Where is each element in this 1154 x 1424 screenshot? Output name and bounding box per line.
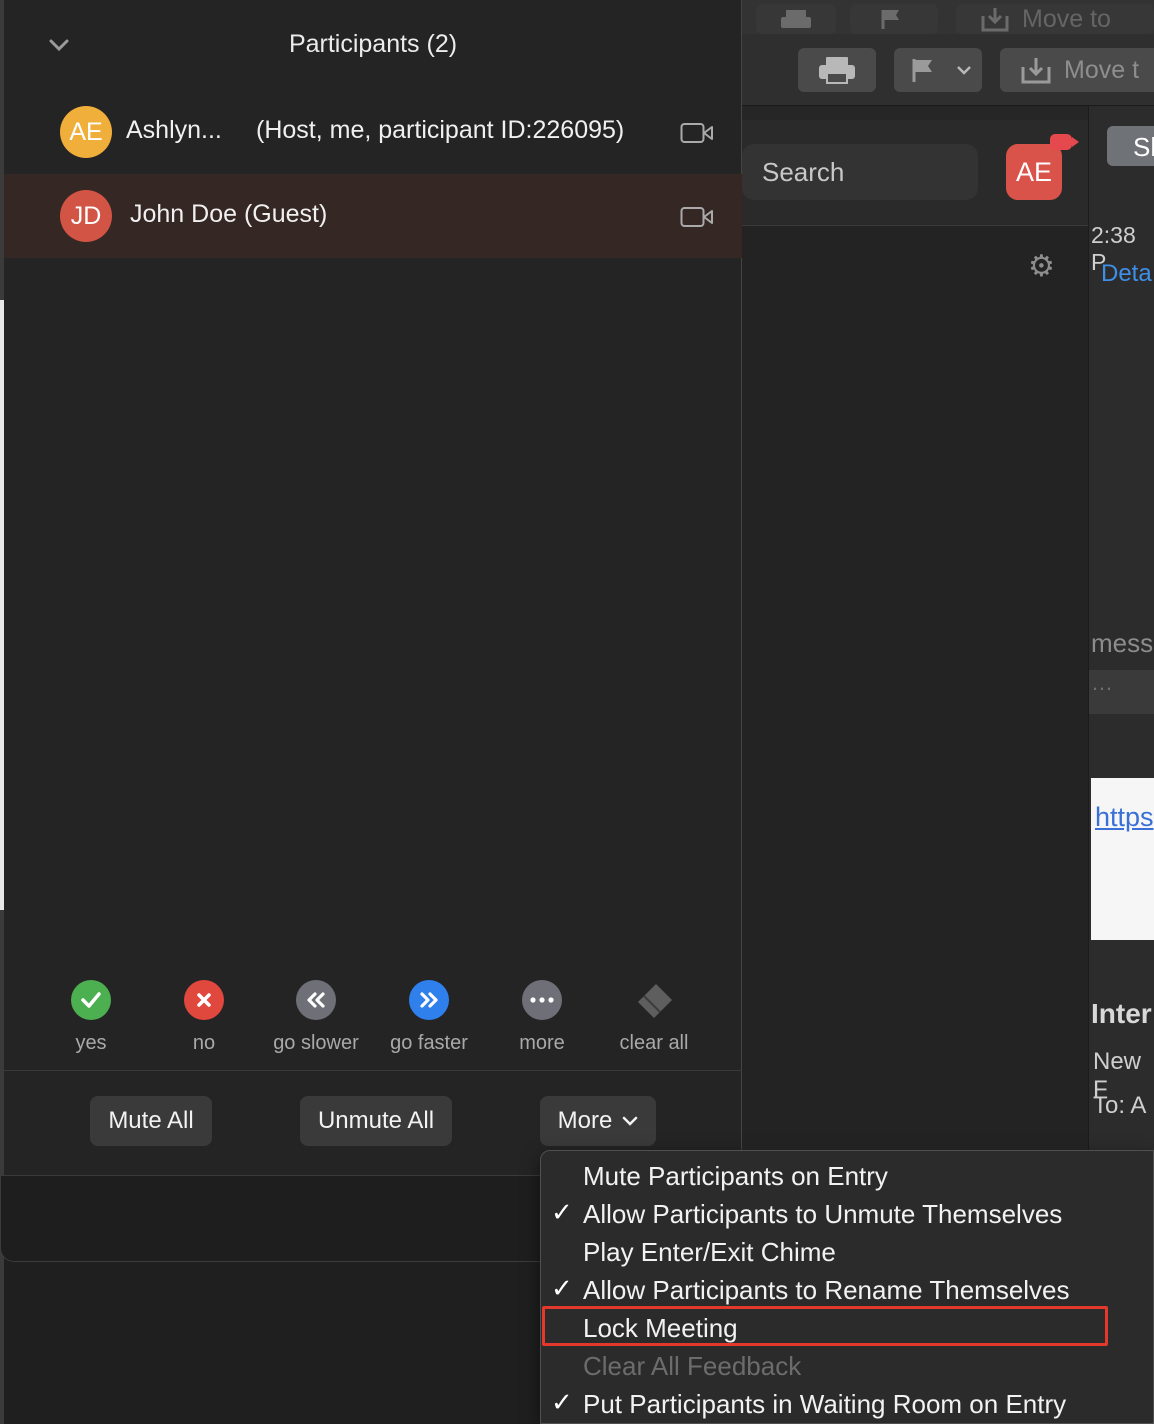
feedback-reactions: yes no go slower go faster more clear al…	[4, 980, 742, 1070]
avatar: JD	[60, 190, 112, 242]
participant-row[interactable]: AE Ashlyn... (Host, me, participant ID:2…	[4, 90, 742, 174]
mute-all-label: Mute All	[108, 1107, 194, 1134]
print-button[interactable]	[798, 48, 876, 92]
reaction-label: clear all	[619, 1032, 689, 1054]
zoom-main-body	[742, 226, 1088, 1146]
reaction-label: go faster	[390, 1032, 468, 1054]
search-placeholder: Search	[762, 156, 845, 187]
mail-content-card: https	[1091, 778, 1154, 940]
menu-item-label: Play Enter/Exit Chime	[583, 1237, 836, 1267]
unmute-all-button[interactable]: Unmute All	[300, 1096, 452, 1146]
menu-item-allow-rename[interactable]: ✓ Allow Participants to Rename Themselve…	[541, 1271, 1154, 1309]
move-tray-icon	[981, 8, 1009, 32]
show-button[interactable]: Sh	[1107, 126, 1154, 166]
reaction-label: go slower	[273, 1032, 359, 1054]
eraser-icon	[634, 980, 674, 1020]
move-to-label: Move t	[1064, 55, 1140, 84]
participant-name: Ashlyn...	[126, 116, 222, 144]
participants-panel: Participants (2) AE Ashlyn... (Host, me,…	[4, 0, 742, 1176]
divider	[4, 1070, 742, 1071]
menu-item-mute-on-entry[interactable]: Mute Participants on Entry	[541, 1157, 1154, 1195]
avatar: AE	[60, 106, 112, 158]
checkmark-icon: ✓	[551, 1273, 573, 1303]
chevron-down-icon	[623, 1116, 638, 1126]
menu-item-label: Lock Meeting	[583, 1313, 738, 1343]
gear-icon[interactable]: ⚙	[1028, 252, 1055, 282]
show-button-label: Sh	[1133, 132, 1154, 162]
move-to-button[interactable]: Move t	[1000, 48, 1154, 92]
menu-item-clear-feedback: Clear All Feedback	[541, 1347, 1154, 1385]
reaction-label: no	[192, 1032, 216, 1054]
printer-icon	[781, 10, 811, 28]
mail-subject: Inter	[1091, 998, 1152, 1029]
reaction-clear-all[interactable]: clear all	[594, 980, 714, 1055]
reaction-no[interactable]: no	[144, 980, 264, 1055]
message-bar: …	[1089, 670, 1154, 714]
participant-name: John Doe (Guest)	[130, 200, 328, 228]
move-to-button-top[interactable]: Move to	[956, 4, 1154, 34]
menu-item-label: Put Participants in Waiting Room on Entr…	[583, 1389, 1067, 1419]
print-button-top[interactable]	[756, 4, 836, 34]
reaction-label: more	[519, 1032, 565, 1054]
x-icon	[184, 980, 224, 1020]
message-field[interactable]: messa	[1091, 628, 1154, 659]
flag-icon	[912, 59, 932, 82]
reaction-go-slower[interactable]: go slower	[256, 980, 376, 1055]
more-options-menu: Mute Participants on Entry ✓ Allow Parti…	[540, 1150, 1154, 1424]
participant-row[interactable]: JD John Doe (Guest)	[4, 174, 742, 258]
mail-link[interactable]: https	[1095, 802, 1154, 833]
avatar[interactable]: AE	[1006, 144, 1062, 200]
checkmark-icon: ✓	[551, 1387, 573, 1417]
search-input[interactable]: Search	[742, 144, 978, 200]
rewind-icon	[296, 980, 336, 1020]
menu-item-label: Clear All Feedback	[583, 1351, 802, 1381]
panel-title: Participants (2)	[288, 30, 458, 58]
unmute-all-label: Unmute All	[317, 1107, 435, 1134]
more-label: More	[557, 1107, 613, 1134]
reaction-yes[interactable]: yes	[31, 980, 151, 1055]
avatar-initials: AE	[69, 117, 103, 146]
menu-item-lock-meeting[interactable]: Lock Meeting	[541, 1309, 1154, 1347]
zoom-main-header: Search AE	[742, 120, 1088, 226]
details-link[interactable]: Deta	[1101, 260, 1152, 288]
video-camera-icon[interactable]	[680, 206, 714, 228]
background-toolbar: Move t	[742, 34, 1154, 106]
message-dots: …	[1091, 670, 1113, 695]
reaction-go-faster[interactable]: go faster	[369, 980, 489, 1055]
flag-icon	[881, 10, 899, 29]
chevron-down-icon	[957, 66, 971, 75]
flag-button[interactable]	[894, 48, 982, 92]
reaction-more[interactable]: more	[482, 980, 602, 1055]
menu-item-label: Allow Participants to Rename Themselves	[583, 1275, 1070, 1305]
menu-item-enter-exit-chime[interactable]: Play Enter/Exit Chime	[541, 1233, 1154, 1271]
mute-all-button[interactable]: Mute All	[90, 1096, 212, 1146]
menu-item-label: Allow Participants to Unmute Themselves	[583, 1199, 1063, 1229]
check-icon	[71, 980, 111, 1020]
move-to-label-top: Move to	[1022, 4, 1111, 33]
menu-item-allow-unmute[interactable]: ✓ Allow Participants to Unmute Themselve…	[541, 1195, 1154, 1233]
avatar-initials: JD	[70, 201, 102, 230]
recording-indicator-icon	[1050, 134, 1079, 150]
ellipsis-icon	[522, 980, 562, 1020]
fast-forward-icon	[409, 980, 449, 1020]
background-toolbar-top: Move to	[742, 0, 1154, 34]
move-tray-icon	[1021, 58, 1051, 84]
printer-icon	[819, 57, 855, 84]
avatar-initials: AE	[1015, 156, 1053, 187]
more-button[interactable]: More	[540, 1096, 656, 1146]
checkmark-icon: ✓	[551, 1197, 573, 1227]
menu-item-label: Mute Participants on Entry	[583, 1161, 888, 1191]
menu-item-waiting-room[interactable]: ✓ Put Participants in Waiting Room on En…	[541, 1385, 1154, 1423]
participant-role: (Host, me, participant ID:226095)	[256, 116, 625, 144]
mail-to: To: A	[1093, 1092, 1147, 1119]
reaction-label: yes	[75, 1032, 107, 1054]
flag-button-top[interactable]	[850, 4, 938, 34]
video-camera-icon[interactable]	[680, 122, 714, 144]
